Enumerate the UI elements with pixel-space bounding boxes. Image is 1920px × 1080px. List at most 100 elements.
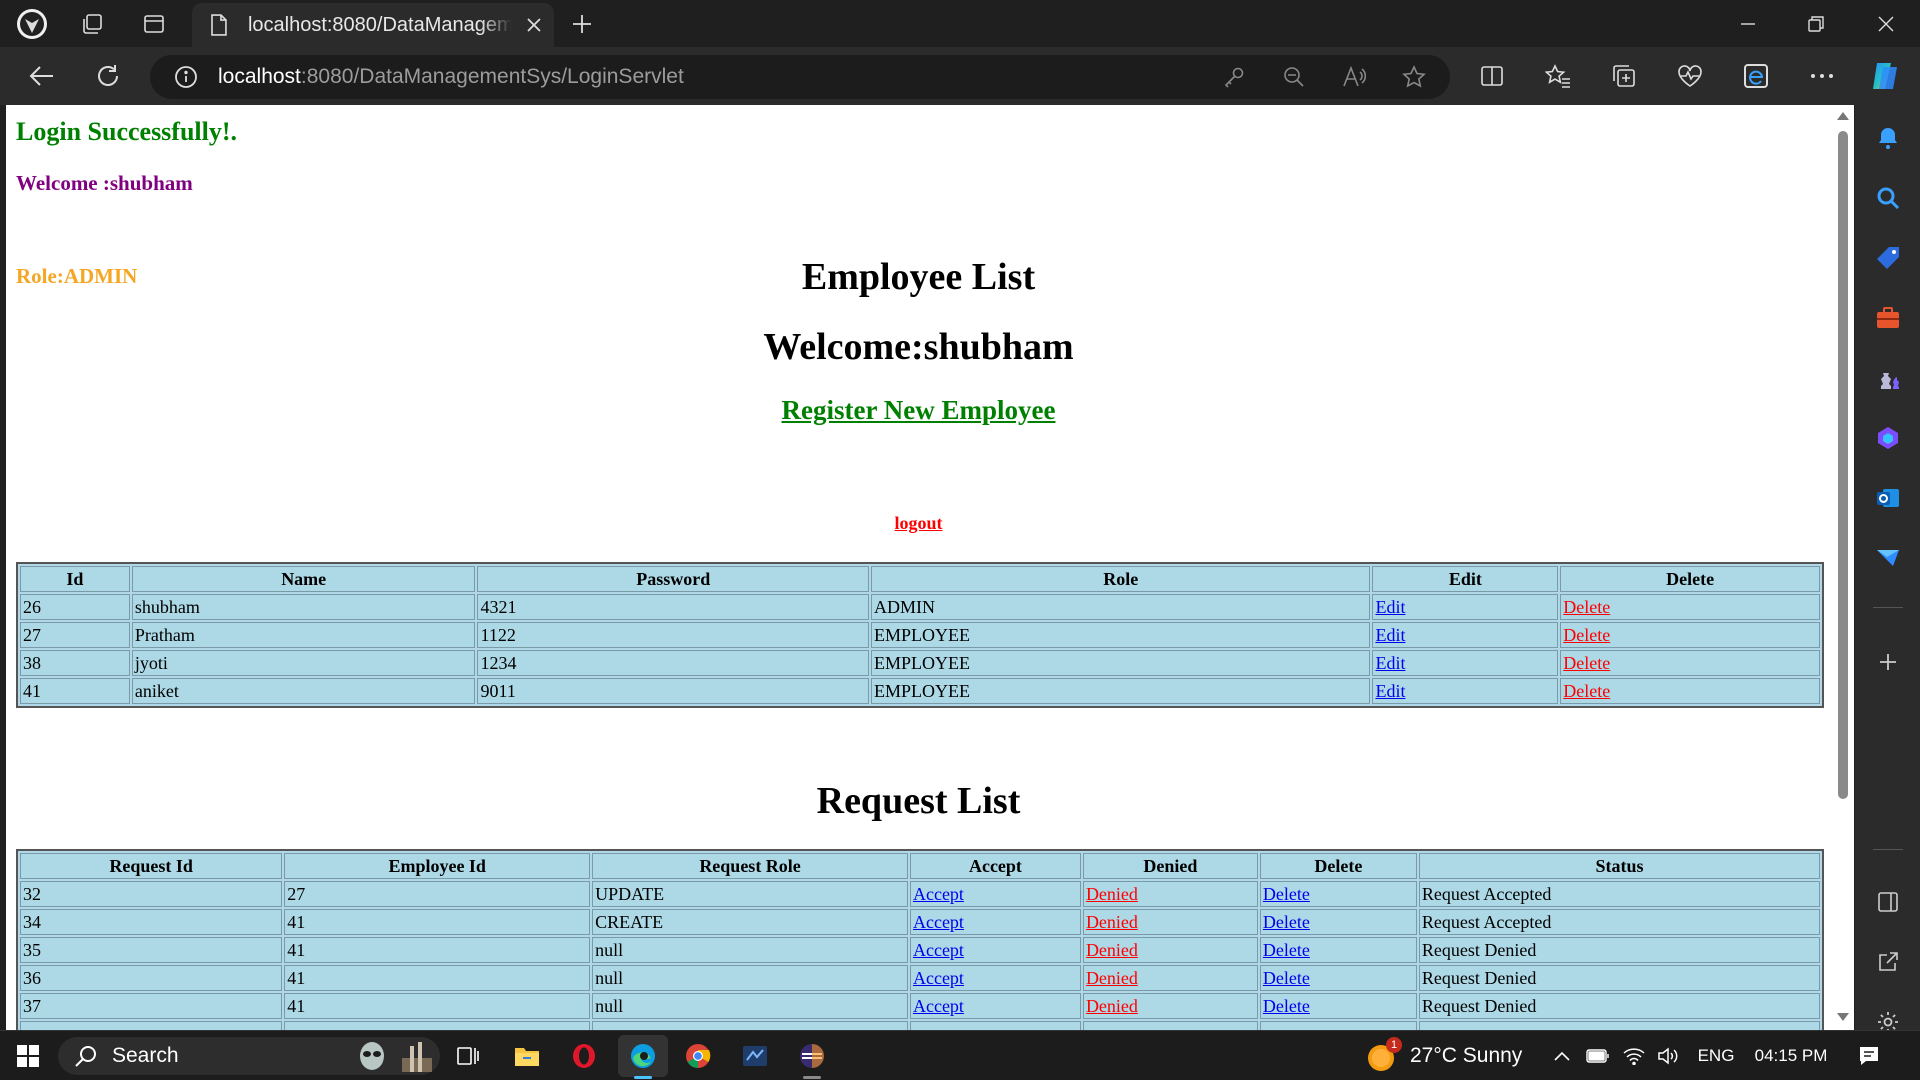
input-language-indicator[interactable]: ENG [1694, 1031, 1738, 1080]
address-bar[interactable]: localhost:8080/DataManagementSys/LoginSe… [150, 55, 1450, 99]
eclipse-ide-icon[interactable] [790, 1031, 834, 1080]
opera-browser-icon[interactable] [562, 1031, 606, 1080]
scrollbar-thumb[interactable] [1838, 131, 1848, 799]
logout-link[interactable]: logout [894, 513, 942, 533]
tab-actions-icon[interactable] [132, 4, 176, 44]
notification-center-icon[interactable] [1854, 1031, 1884, 1080]
accept-link[interactable]: Accept [913, 996, 964, 1016]
register-new-employee-link[interactable]: Register New Employee [782, 395, 1056, 425]
delete-link[interactable]: Delete [1263, 996, 1310, 1016]
internet-explorer-mode-icon[interactable] [1734, 54, 1778, 98]
file-explorer-icon[interactable] [505, 1031, 549, 1080]
col-header-delete: Delete [1259, 853, 1417, 879]
start-button-icon[interactable] [8, 1031, 48, 1080]
split-screen-icon[interactable] [1470, 54, 1514, 98]
cell-accept: Accept [909, 965, 1081, 991]
table-row: 26 shubham 4321 ADMIN Edit Delete [20, 594, 1820, 620]
edge-browser-icon[interactable] [618, 1031, 668, 1080]
dev-tool-app-icon[interactable] [733, 1031, 777, 1080]
browser-essentials-icon[interactable] [1668, 54, 1712, 98]
delete-link[interactable]: Delete [1563, 625, 1610, 645]
close-tab-icon[interactable] [526, 17, 542, 33]
table-row: 37 41 null Accept Denied Delete Request … [20, 993, 1820, 1019]
workspaces-icon[interactable] [70, 4, 114, 44]
cell-edit: Edit [1372, 650, 1559, 676]
search-icon[interactable] [1867, 177, 1909, 219]
edit-link[interactable]: Edit [1375, 653, 1405, 673]
sidebar-separator [1873, 607, 1903, 608]
request-list-heading: Request List [816, 780, 1021, 822]
wifi-icon[interactable] [1620, 1031, 1648, 1080]
password-key-icon[interactable] [1214, 57, 1254, 97]
cell-accept: Accept [909, 909, 1081, 935]
minimize-button[interactable] [1714, 0, 1782, 47]
accept-link[interactable]: Accept [913, 912, 964, 932]
accept-link[interactable]: Accept [913, 940, 964, 960]
new-tab-button[interactable] [560, 4, 604, 44]
edit-link[interactable]: Edit [1375, 625, 1405, 645]
cell-denied: Denied [1082, 937, 1258, 963]
back-button[interactable] [20, 54, 64, 98]
weather-widget[interactable]: 1 27°C Sunny [1364, 1031, 1554, 1080]
add-sidebar-app-icon[interactable] [1867, 641, 1909, 683]
deny-link[interactable]: Denied [1086, 884, 1138, 904]
taskbar-search-box[interactable]: Search [58, 1031, 440, 1080]
deny-link[interactable]: Denied [1086, 968, 1138, 988]
tools-briefcase-icon[interactable] [1867, 297, 1909, 339]
collections-icon[interactable] [1602, 54, 1646, 98]
delete-link[interactable]: Delete [1563, 597, 1610, 617]
edit-link[interactable]: Edit [1375, 597, 1405, 617]
favorites-icon[interactable] [1536, 54, 1580, 98]
delete-link[interactable]: Delete [1263, 884, 1310, 904]
shopping-tag-icon[interactable] [1867, 237, 1909, 279]
cell-password: 4321 [477, 594, 870, 620]
copilot-icon[interactable] [1864, 54, 1908, 98]
delete-link[interactable]: Delete [1563, 653, 1610, 673]
cell-status: Request Denied [1418, 965, 1820, 991]
deny-link[interactable]: Denied [1086, 940, 1138, 960]
restore-button[interactable] [1782, 0, 1850, 47]
col-header-delete: Delete [1560, 566, 1820, 592]
delete-link[interactable]: Delete [1263, 912, 1310, 932]
site-info-icon[interactable] [174, 65, 198, 89]
games-icon[interactable] [1867, 357, 1909, 399]
cell-accept: Accept [909, 881, 1081, 907]
scroll-down-arrow-icon[interactable] [1835, 1010, 1851, 1024]
request-table-header-row: Request Id Employee Id Request Role Acce… [20, 853, 1820, 879]
task-view-icon[interactable] [446, 1031, 490, 1080]
chrome-browser-icon[interactable] [676, 1031, 720, 1080]
battery-icon[interactable] [1584, 1031, 1612, 1080]
read-aloud-icon[interactable] [1334, 57, 1374, 97]
refresh-button[interactable] [86, 54, 130, 98]
tab-active[interactable]: localhost:8080/DataManagementSys/LoginSe… [192, 3, 554, 47]
zoom-out-icon[interactable] [1274, 57, 1314, 97]
favorite-star-icon[interactable] [1394, 57, 1434, 97]
deny-link[interactable]: Denied [1086, 996, 1138, 1016]
more-options-icon[interactable] [1800, 54, 1844, 98]
drop-send-icon[interactable] [1867, 537, 1909, 579]
edit-link[interactable]: Edit [1375, 681, 1405, 701]
show-hidden-icons-chevron-icon[interactable] [1550, 1031, 1574, 1080]
clock[interactable]: 04:15 PM [1748, 1031, 1834, 1080]
accept-link[interactable]: Accept [913, 968, 964, 988]
delete-link[interactable]: Delete [1263, 940, 1310, 960]
accept-link[interactable]: Accept [913, 884, 964, 904]
profile-avatar-icon[interactable] [10, 4, 54, 44]
weather-text: 27°C Sunny [1410, 1044, 1523, 1067]
scroll-up-arrow-icon[interactable] [1835, 109, 1851, 123]
volume-icon[interactable] [1654, 1031, 1682, 1080]
notification-bell-icon[interactable] [1867, 117, 1909, 159]
page-scrollbar[interactable] [1830, 105, 1854, 1030]
deny-link[interactable]: Denied [1086, 912, 1138, 932]
windows-taskbar: Search 1 27°C Sunny ENG 04:15 PM [0, 1030, 1920, 1080]
outlook-icon[interactable] [1867, 477, 1909, 519]
microsoft-365-icon[interactable] [1867, 417, 1909, 459]
delete-link[interactable]: Delete [1263, 968, 1310, 988]
table-row: 36 41 null Accept Denied Delete Request … [20, 965, 1820, 991]
delete-link[interactable]: Delete [1563, 681, 1610, 701]
close-window-button[interactable] [1852, 0, 1920, 47]
hide-sidebar-icon[interactable] [1867, 881, 1909, 923]
welcome-heading: Welcome:shubham [763, 326, 1074, 368]
open-external-icon[interactable] [1867, 941, 1909, 983]
url-text[interactable]: localhost:8080/DataManagementSys/LoginSe… [218, 65, 684, 89]
